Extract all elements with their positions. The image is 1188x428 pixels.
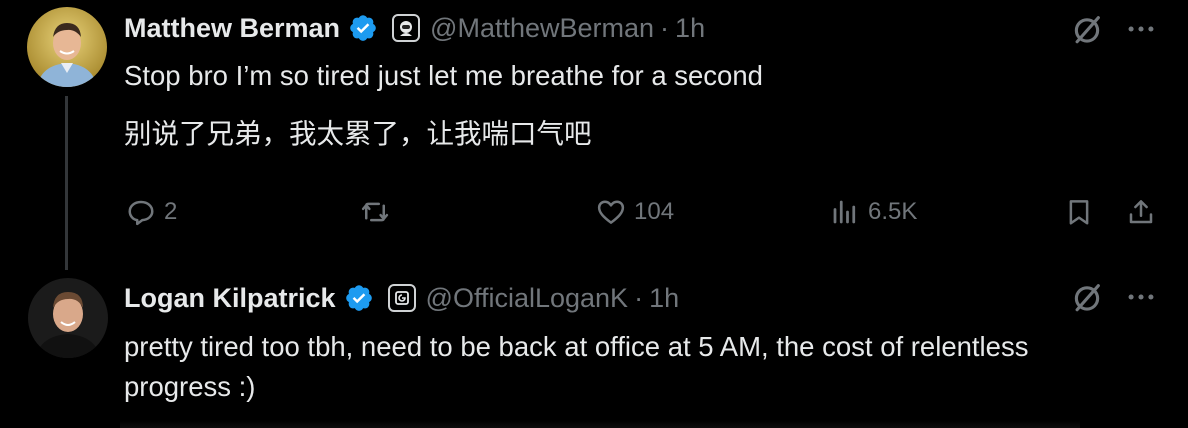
avatar-logan-image xyxy=(28,278,108,358)
verified-badge-icon xyxy=(345,285,372,311)
avatar[interactable] xyxy=(28,278,108,358)
grok-icon[interactable] xyxy=(1070,12,1104,46)
tweet-text-chinese: 别说了兄弟，我太累了，让我喘口气吧 xyxy=(124,118,592,149)
like-button[interactable]: 104 xyxy=(596,194,674,230)
cutoff-text-fade xyxy=(120,420,1080,428)
robot-affiliate-icon xyxy=(400,21,413,36)
tweet-thread: Matthew Berman @MatthewBerman · 1h Stop … xyxy=(0,0,1188,428)
grok-icon[interactable] xyxy=(1070,280,1104,314)
bookmark-button[interactable] xyxy=(1064,194,1094,230)
like-count: 104 xyxy=(634,198,675,225)
tweet-header: Logan Kilpatrick @OfficialLoganK · 1h xyxy=(124,278,679,318)
author-name[interactable]: Matthew Berman xyxy=(124,13,340,44)
affiliate-badge-icon[interactable] xyxy=(387,284,416,312)
reply-icon xyxy=(128,200,154,226)
views-icon xyxy=(833,200,856,224)
reply-count: 2 xyxy=(164,198,178,225)
separator-dot: · xyxy=(660,12,670,43)
views-count: 6.5K xyxy=(868,198,918,225)
verified-badge-icon xyxy=(350,15,376,41)
share-icon xyxy=(1129,200,1153,224)
affiliate-badge-icon[interactable] xyxy=(392,14,421,42)
repost-icon xyxy=(361,202,389,222)
author-name[interactable]: Logan Kilpatrick xyxy=(124,283,336,314)
repost-button[interactable] xyxy=(360,194,398,230)
more-icon[interactable] xyxy=(1124,280,1158,314)
views-button[interactable]: 6.5K xyxy=(830,194,917,230)
tweet-header: Matthew Berman @MatthewBerman · 1h xyxy=(124,8,705,48)
thread-connector-line xyxy=(65,96,68,270)
separator-dot: · xyxy=(634,282,644,313)
share-button[interactable] xyxy=(1126,194,1156,230)
timestamp[interactable]: 1h xyxy=(649,283,679,314)
more-icon[interactable] xyxy=(1124,12,1158,46)
tweet-text-line-1: pretty tired too tbh, need to be back at… xyxy=(124,331,1029,362)
google-affiliate-icon xyxy=(394,291,409,305)
reply-button[interactable]: 2 xyxy=(126,194,177,230)
avatar-matthew-image xyxy=(27,7,107,87)
bookmark-icon xyxy=(1069,200,1089,225)
timestamp[interactable]: 1h xyxy=(675,13,705,44)
author-handle[interactable]: @OfficialLoganK xyxy=(426,283,629,314)
avatar[interactable] xyxy=(27,7,107,87)
like-icon xyxy=(597,200,625,224)
tweet-text-line-2: progress :) xyxy=(124,371,256,402)
tweet-text-english: Stop bro I’m so tired just let me breath… xyxy=(124,60,763,91)
author-handle[interactable]: @MatthewBerman xyxy=(430,13,654,44)
